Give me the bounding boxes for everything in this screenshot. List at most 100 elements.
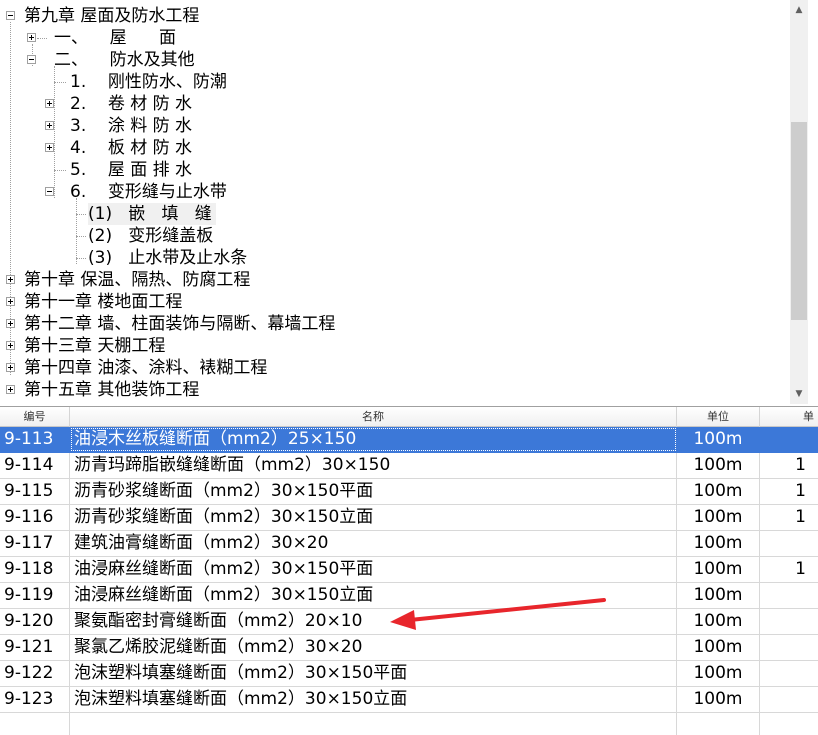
tree-item-label: 1. 刚性防水、防潮 bbox=[70, 72, 227, 92]
table-row[interactable]: 9-114 沥青玛蹄脂嵌缝缝断面（mm2）30×150 100m 1 bbox=[0, 453, 818, 479]
tree-item-waterstop[interactable]: (3) 止水带及止水条 bbox=[0, 247, 790, 269]
chapter-tree[interactable]: 第九章 屋面及防水工程 一、 屋 面 二、 防水及其他 1. 刚性防水、防潮 2… bbox=[0, 0, 818, 404]
tree-item-rigid-waterproof[interactable]: 1. 刚性防水、防潮 bbox=[0, 71, 790, 93]
expand-icon[interactable] bbox=[6, 363, 15, 372]
expand-icon[interactable] bbox=[45, 121, 54, 130]
tree-item-label: 5. 屋 面 排 水 bbox=[70, 160, 193, 180]
cell-unit: 100m bbox=[677, 635, 760, 660]
scroll-up-icon[interactable]: ▲ bbox=[790, 2, 808, 18]
expand-icon[interactable] bbox=[6, 385, 15, 394]
tree-item-label: 2. 卷 材 防 水 bbox=[70, 94, 193, 114]
cell-code: 9-117 bbox=[0, 531, 70, 556]
column-header-extra[interactable]: 单 bbox=[760, 407, 818, 427]
tree-item-label: 3. 涂 料 防 水 bbox=[70, 116, 193, 136]
cell-extra bbox=[760, 427, 818, 452]
column-header-name[interactable]: 名称 bbox=[70, 407, 677, 427]
table-row[interactable]: 9-118 油浸麻丝缝断面（mm2）30×150平面 100m 1 bbox=[0, 557, 818, 583]
cell-extra: 1 bbox=[795, 481, 806, 501]
cell-code: 9-121 bbox=[0, 635, 70, 660]
cell-extra bbox=[760, 635, 818, 660]
tree-item-label: 第十三章 天棚工程 bbox=[24, 336, 166, 356]
cell-name: 建筑油膏缝断面（mm2）30×20 bbox=[70, 531, 677, 556]
table-row[interactable]: 9-116 沥青砂浆缝断面（mm2）30×150立面 100m 1 bbox=[0, 505, 818, 531]
tree-item-joint-cover[interactable]: (2) 变形缝盖板 bbox=[0, 225, 790, 247]
tree-item-joints-waterstop[interactable]: 6. 变形缝与止水带 bbox=[0, 181, 790, 203]
tree-item-waterproof-other[interactable]: 二、 防水及其他 bbox=[0, 49, 790, 71]
tree-item-chapter-15[interactable]: 第十五章 其他装饰工程 bbox=[0, 379, 790, 401]
expand-icon[interactable] bbox=[6, 297, 15, 306]
expand-icon[interactable] bbox=[45, 99, 54, 108]
tree-item-label: 第十章 保温、隔热、防腐工程 bbox=[24, 270, 251, 290]
cell-code: 9-115 bbox=[0, 479, 70, 504]
cell-name: 油浸麻丝缝断面（mm2）30×150平面 bbox=[70, 557, 677, 582]
tree-item-label: (2) 变形缝盖板 bbox=[88, 226, 214, 246]
tree-item-label: 第十一章 楼地面工程 bbox=[24, 292, 183, 312]
table-row[interactable]: 9-117 建筑油膏缝断面（mm2）30×20 100m bbox=[0, 531, 818, 557]
expand-icon[interactable] bbox=[6, 275, 15, 284]
cell-unit: 100m bbox=[677, 687, 760, 712]
cell-unit: 100m bbox=[677, 427, 760, 452]
table-row[interactable]: 9-119 油浸麻丝缝断面（mm2）30×150立面 100m bbox=[0, 583, 818, 609]
tree-scrollbar[interactable]: ▲ ▼ bbox=[790, 0, 808, 404]
table-row[interactable]: 9-115 沥青砂浆缝断面（mm2）30×150平面 100m 1 bbox=[0, 479, 818, 505]
cell-name: 泡沫塑料填塞缝断面（mm2）30×150立面 bbox=[70, 687, 677, 712]
cell-unit: 100m bbox=[677, 479, 760, 504]
scroll-down-icon[interactable]: ▼ bbox=[790, 386, 808, 402]
expand-icon[interactable] bbox=[45, 143, 54, 152]
cell-name: 聚氯乙烯胶泥缝断面（mm2）30×20 bbox=[70, 635, 677, 660]
table-row[interactable]: 9-120 聚氨酯密封膏缝断面（mm2）20×10 100m bbox=[0, 609, 818, 635]
cell-code: 9-119 bbox=[0, 583, 70, 608]
tree-item-label: (1) 嵌 填 缝 bbox=[88, 203, 216, 225]
tree-item-chapter-13[interactable]: 第十三章 天棚工程 bbox=[0, 335, 790, 357]
tree-item-roof[interactable]: 一、 屋 面 bbox=[0, 27, 790, 49]
tree-item-label: 6. 变形缝与止水带 bbox=[70, 182, 227, 202]
cell-extra: 1 bbox=[795, 507, 806, 527]
column-header-unit[interactable]: 单位 bbox=[677, 407, 760, 427]
cell-code: 9-118 bbox=[0, 557, 70, 582]
collapse-icon[interactable] bbox=[6, 11, 15, 20]
cell-unit: 100m bbox=[677, 557, 760, 582]
cell-name: 泡沫塑料填塞缝断面（mm2）30×150平面 bbox=[70, 661, 677, 686]
cell-name: 沥青玛蹄脂嵌缝缝断面（mm2）30×150 bbox=[70, 453, 677, 478]
tree-item-roof-drainage[interactable]: 5. 屋 面 排 水 bbox=[0, 159, 790, 181]
cell-extra: 1 bbox=[795, 559, 806, 579]
cell-code: 9-122 bbox=[0, 661, 70, 686]
quota-table: 编号 名称 单位 单 9-113 油浸木丝板缝断面（mm2）25×150 100… bbox=[0, 406, 818, 735]
tree-item-chapter-11[interactable]: 第十一章 楼地面工程 bbox=[0, 291, 790, 313]
tree-item-chapter-12[interactable]: 第十二章 墙、柱面装饰与隔断、幕墙工程 bbox=[0, 313, 790, 335]
collapse-icon[interactable] bbox=[45, 187, 54, 196]
scrollbar-thumb[interactable] bbox=[791, 122, 807, 320]
table-row[interactable]: 9-123 泡沫塑料填塞缝断面（mm2）30×150立面 100m bbox=[0, 687, 818, 713]
tree-item-chapter-14[interactable]: 第十四章 油漆、涂料、裱糊工程 bbox=[0, 357, 790, 379]
tree-item-label: (3) 止水带及止水条 bbox=[88, 248, 248, 268]
cell-name: 油浸木丝板缝断面（mm2）25×150 bbox=[70, 427, 677, 452]
cell-extra bbox=[760, 609, 818, 634]
tree-item-sheet-waterproof[interactable]: 4. 板 材 防 水 bbox=[0, 137, 790, 159]
cell-name: 沥青砂浆缝断面（mm2）30×150立面 bbox=[70, 505, 677, 530]
tree-item-chapter-9[interactable]: 第九章 屋面及防水工程 bbox=[0, 5, 790, 27]
cell-unit: 100m bbox=[677, 531, 760, 556]
cell-code: 9-123 bbox=[0, 687, 70, 712]
tree-item-chapter-10[interactable]: 第十章 保温、隔热、防腐工程 bbox=[0, 269, 790, 291]
cell-unit: 100m bbox=[677, 661, 760, 686]
cell-code: 9-116 bbox=[0, 505, 70, 530]
cell-name: 沥青砂浆缝断面（mm2）30×150平面 bbox=[70, 479, 677, 504]
cell-code: 9-113 bbox=[0, 427, 70, 452]
cell-code: 9-120 bbox=[0, 609, 70, 634]
tree-item-label: 二、 防水及其他 bbox=[54, 50, 195, 70]
column-header-code[interactable]: 编号 bbox=[0, 407, 70, 427]
tree-item-membrane-waterproof[interactable]: 2. 卷 材 防 水 bbox=[0, 93, 790, 115]
table-row[interactable]: 9-122 泡沫塑料填塞缝断面（mm2）30×150平面 100m bbox=[0, 661, 818, 687]
tree-item-joint-filling[interactable]: (1) 嵌 填 缝 bbox=[0, 203, 790, 225]
tree-item-label: 第九章 屋面及防水工程 bbox=[24, 6, 200, 26]
expand-icon[interactable] bbox=[6, 341, 15, 350]
collapse-icon[interactable] bbox=[27, 55, 36, 64]
cell-extra bbox=[760, 531, 818, 556]
expand-icon[interactable] bbox=[6, 319, 15, 328]
tree-item-coating-waterproof[interactable]: 3. 涂 料 防 水 bbox=[0, 115, 790, 137]
table-row[interactable]: 9-121 聚氯乙烯胶泥缝断面（mm2）30×20 100m bbox=[0, 635, 818, 661]
cell-extra bbox=[760, 687, 818, 712]
cell-extra bbox=[760, 661, 818, 686]
expand-icon[interactable] bbox=[27, 33, 36, 42]
table-row[interactable]: 9-113 油浸木丝板缝断面（mm2）25×150 100m bbox=[0, 427, 818, 453]
